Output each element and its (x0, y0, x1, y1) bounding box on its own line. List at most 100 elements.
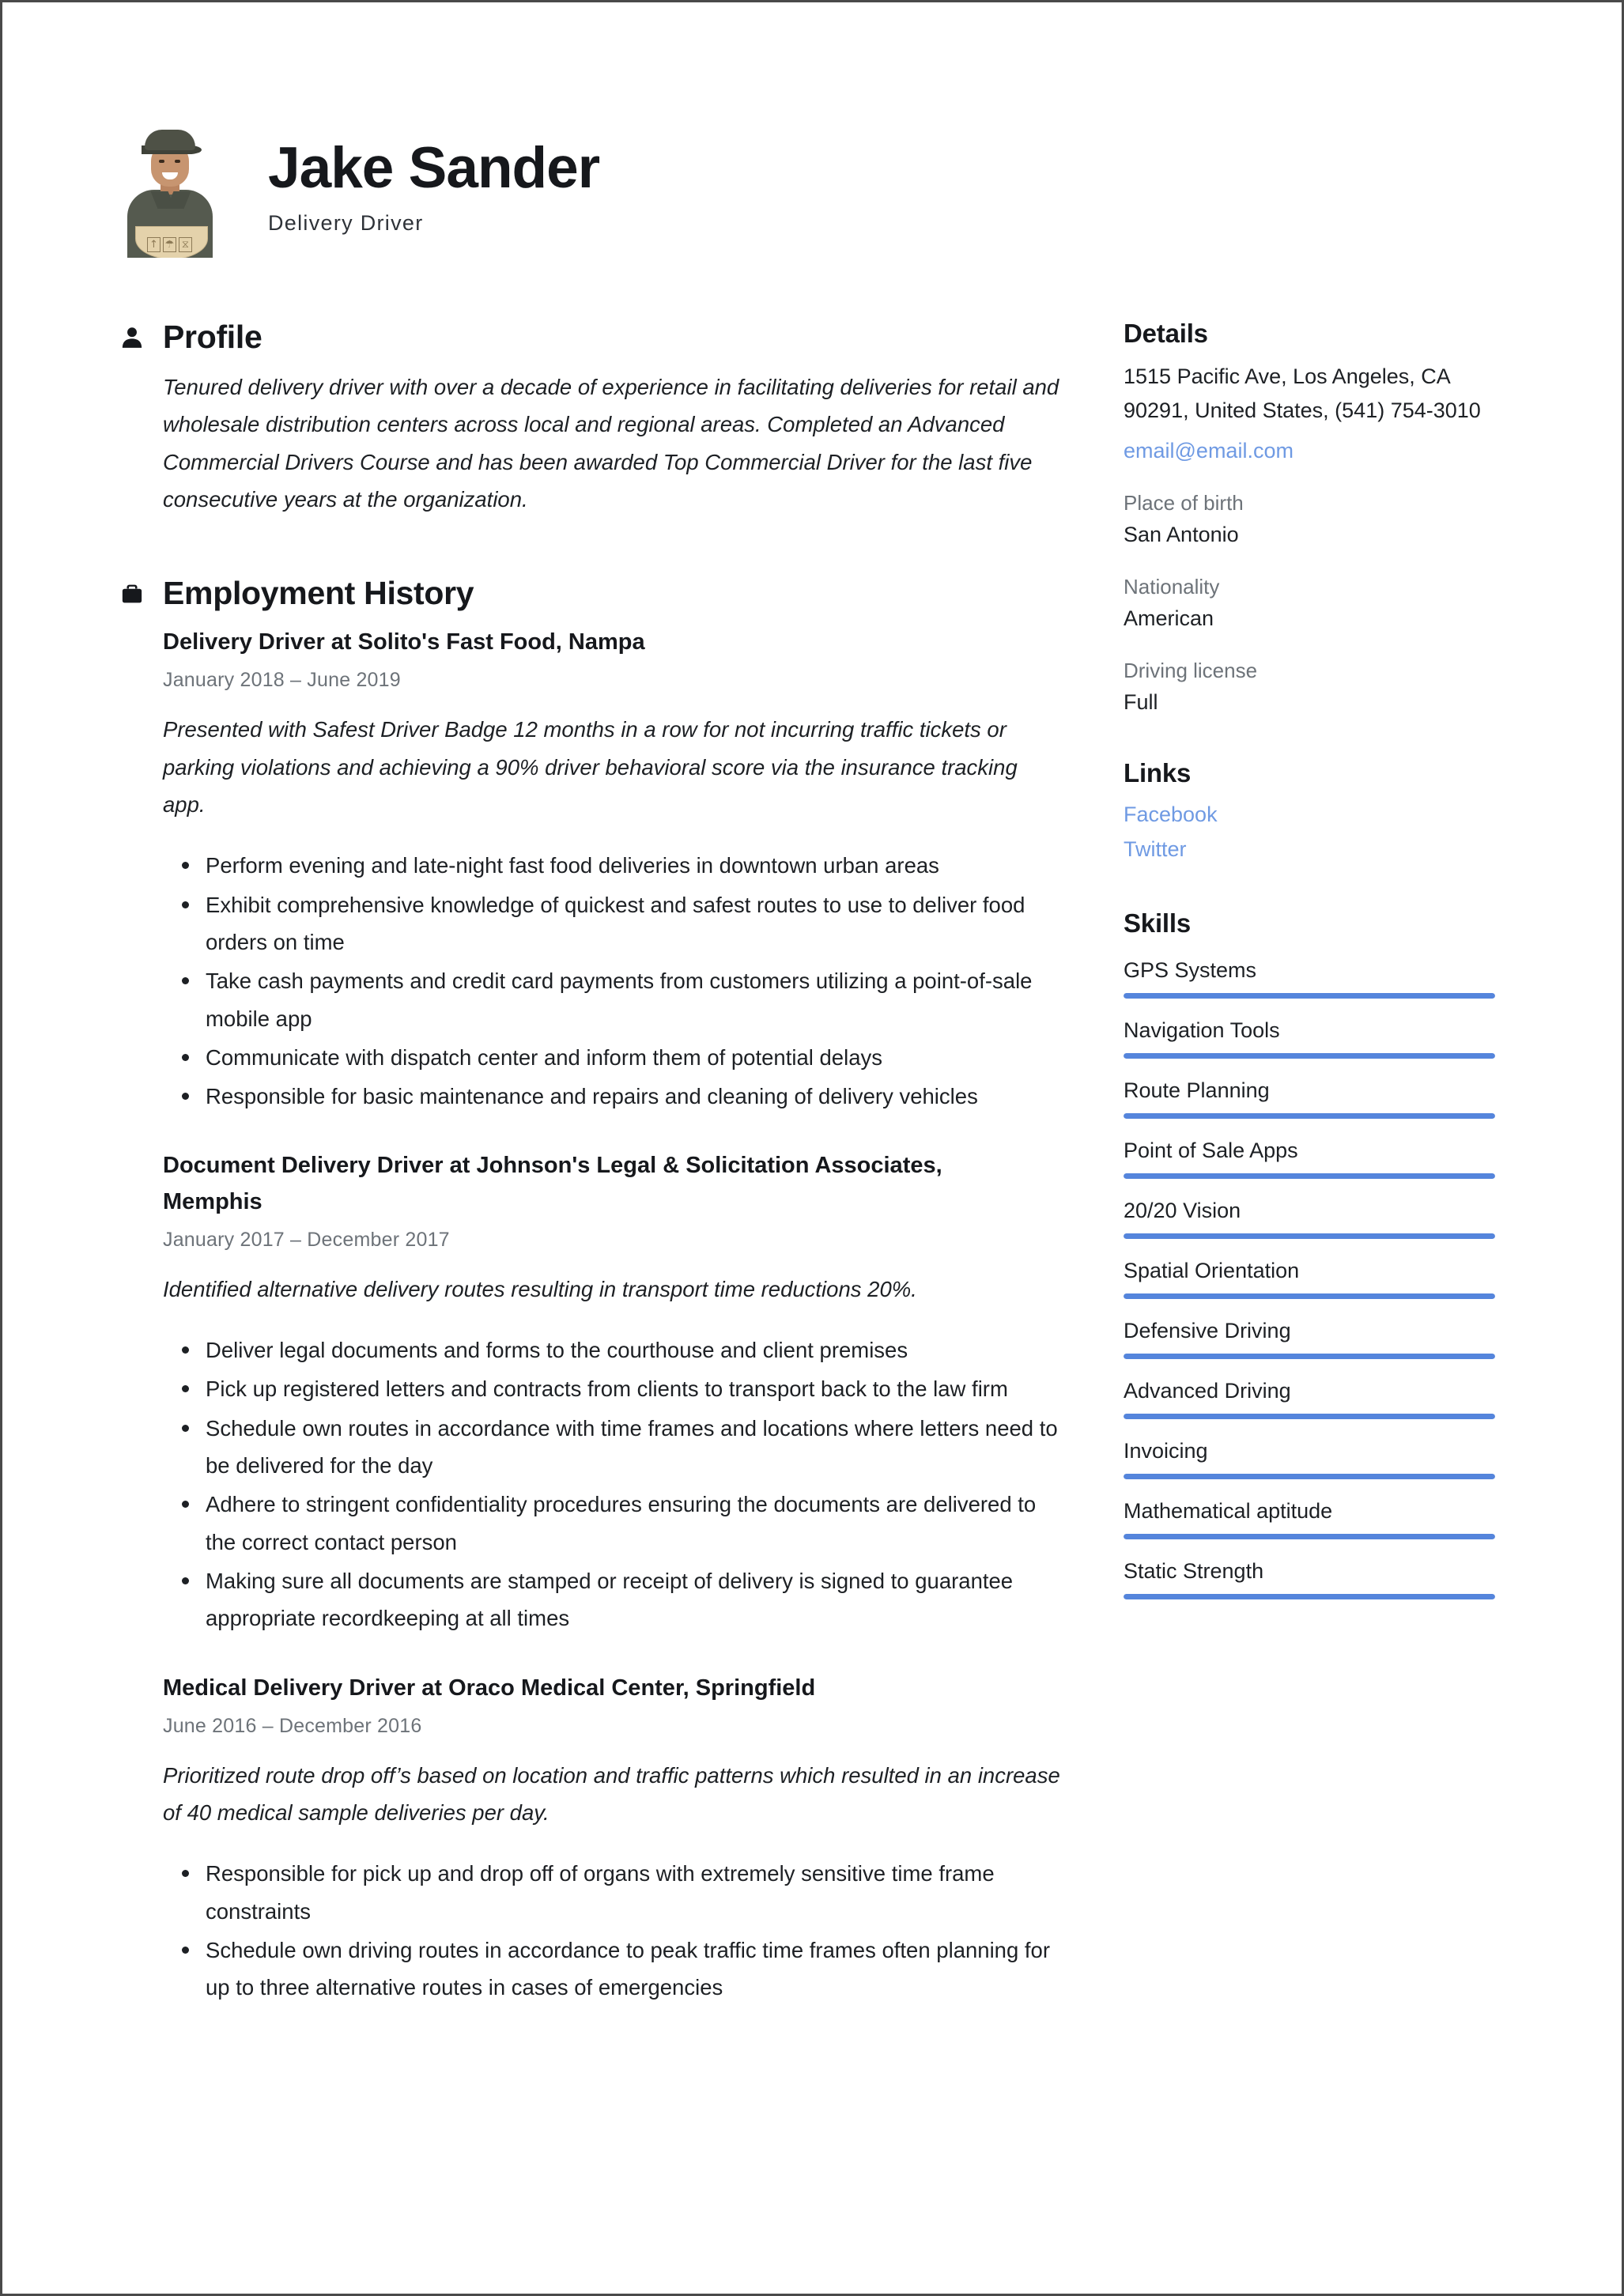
list-item: Adhere to stringent confidentiality proc… (163, 1486, 1064, 1561)
list-item: Responsible for pick up and drop off of … (163, 1855, 1064, 1930)
section-title-profile: Profile (163, 319, 262, 355)
avatar: ↑ ☂ ⧖ (121, 125, 217, 258)
skill-item: Defensive Driving (1124, 1319, 1519, 1359)
list-item: Communicate with dispatch center and inf… (163, 1039, 1064, 1076)
list-item: Take cash payments and credit card payme… (163, 962, 1064, 1037)
skill-item: Navigation Tools (1124, 1018, 1519, 1059)
contact-address: 1515 Pacific Ave, Los Angeles, CA 90291,… (1124, 364, 1481, 423)
skill-bar-track (1124, 1533, 1495, 1539)
skill-bar-fill (1124, 1233, 1495, 1239)
employment-summary: Identified alternative delivery routes r… (163, 1276, 917, 1301)
link-twitter[interactable]: Twitter (1124, 833, 1519, 867)
employment-title: Medical Delivery Driver at Oraco Medical… (163, 1675, 816, 1701)
skill-bar-fill (1124, 1473, 1495, 1479)
contact-email-link[interactable]: email@email.com (1124, 439, 1519, 463)
skill-bar-fill (1124, 1413, 1495, 1419)
detail-label: Nationality (1124, 575, 1220, 599)
skill-label: Static Strength (1124, 1558, 1264, 1583)
skill-bar-track (1124, 1052, 1495, 1059)
skill-bar-track (1124, 1473, 1495, 1479)
detail-field-place-of-birth: Place of birth San Antonio (1124, 491, 1519, 547)
skill-label: Point of Sale Apps (1124, 1138, 1298, 1162)
skill-label: Route Planning (1124, 1078, 1270, 1102)
skill-item: Route Planning (1124, 1078, 1519, 1119)
employment-bullet-list: Perform evening and late-night fast food… (163, 847, 1064, 1115)
employment-bullet-list: Deliver legal documents and forms to the… (163, 1331, 1064, 1637)
this-way-up-icon: ↑ (147, 237, 161, 252)
section-title-employment: Employment History (163, 575, 474, 612)
skill-label: 20/20 Vision (1124, 1198, 1241, 1222)
job-title-subtitle: Delivery Driver (268, 211, 424, 235)
resume-header: ↑ ☂ ⧖ Jake Sander Delivery Driver (121, 125, 1513, 259)
sidebar-heading-links: Links (1124, 758, 1192, 788)
detail-label: Place of birth (1124, 491, 1244, 515)
list-item: Deliver legal documents and forms to the… (163, 1331, 1064, 1369)
header-text-block: Jake Sander Delivery Driver (268, 125, 600, 236)
skill-item: Mathematical aptitude (1124, 1499, 1519, 1539)
profile-text: Tenured delivery driver with over a deca… (163, 375, 1059, 512)
skill-item: Spatial Orientation (1124, 1259, 1519, 1299)
photo-cap (145, 130, 195, 150)
skill-item: Invoicing (1124, 1439, 1519, 1479)
detail-value: Full (1124, 690, 1158, 715)
section-header-employment: Employment History (119, 575, 1064, 612)
detail-field-nationality: Nationality American (1124, 575, 1519, 631)
skill-item: GPS Systems (1124, 958, 1519, 999)
skill-label: Advanced Driving (1124, 1378, 1291, 1403)
skill-bar-track (1124, 1173, 1495, 1179)
skill-item: 20/20 Vision (1124, 1199, 1519, 1239)
list-item: Pick up registered letters and contracts… (163, 1370, 1064, 1407)
skill-label: Navigation Tools (1124, 1018, 1280, 1042)
employment-bullet-list: Responsible for pick up and drop off of … (163, 1855, 1064, 2006)
skill-bar-fill (1124, 1173, 1495, 1179)
skill-bar-track (1124, 992, 1495, 999)
skill-bar-fill (1124, 1593, 1495, 1599)
skill-item: Static Strength (1124, 1559, 1519, 1599)
skill-bar-fill (1124, 1293, 1495, 1299)
employment-entry: Delivery Driver at Solito's Fast Food, N… (163, 625, 1064, 1115)
list-item: Schedule own routes in accordance with t… (163, 1410, 1064, 1485)
list-item: Exhibit comprehensive knowledge of quick… (163, 886, 1064, 961)
main-column: Profile Tenured delivery driver with ove… (119, 319, 1064, 2008)
skill-bar-track (1124, 1353, 1495, 1359)
employment-summary: Prioritized route drop off’s based on lo… (163, 1762, 1060, 1826)
skill-bar-fill (1124, 1112, 1495, 1119)
skill-item: Advanced Driving (1124, 1379, 1519, 1419)
link-facebook[interactable]: Facebook (1124, 798, 1519, 833)
employment-dates: January 2018 – June 2019 (163, 669, 401, 692)
list-item: Schedule own driving routes in accordanc… (163, 1932, 1064, 2007)
skill-bar-track (1124, 1293, 1495, 1299)
list-item: Perform evening and late-night fast food… (163, 847, 1064, 884)
skill-bar-fill (1124, 992, 1495, 999)
employment-title: Document Delivery Driver at Johnson's Le… (163, 1153, 942, 1214)
photo-eye-left (159, 160, 164, 163)
skill-bar-track (1124, 1112, 1495, 1119)
employment-entry: Document Delivery Driver at Johnson's Le… (163, 1148, 1064, 1637)
photo-eye-right (175, 160, 180, 163)
page-title: Jake Sander (268, 136, 600, 200)
list-item: Responsible for basic maintenance and re… (163, 1078, 1064, 1115)
links-list: Facebook Twitter (1124, 798, 1519, 867)
employment-summary: Presented with Safest Driver Badge 12 mo… (163, 717, 1018, 818)
section-header-profile: Profile (119, 319, 1064, 356)
sidebar-heading-skills: Skills (1124, 908, 1192, 938)
skill-label: Invoicing (1124, 1438, 1208, 1463)
sidebar-heading-details: Details (1124, 319, 1208, 348)
detail-value: San Antonio (1124, 523, 1239, 547)
skill-label: Defensive Driving (1124, 1318, 1291, 1342)
skill-bar-fill (1124, 1353, 1495, 1359)
skill-label: Mathematical aptitude (1124, 1498, 1333, 1523)
resume-page: ↑ ☂ ⧖ Jake Sander Delivery Driver Profil… (0, 0, 1624, 2296)
sidebar: Details 1515 Pacific Ave, Los Angeles, C… (1124, 319, 1519, 1599)
skill-bar-track (1124, 1233, 1495, 1239)
skill-item: Point of Sale Apps (1124, 1139, 1519, 1179)
detail-field-driving-license: Driving license Full (1124, 659, 1519, 715)
employment-dates: June 2016 – December 2016 (163, 1714, 422, 1737)
employment-dates: January 2017 – December 2017 (163, 1228, 450, 1251)
skill-bar-fill (1124, 1052, 1495, 1059)
fragile-icon: ⧖ (179, 237, 192, 252)
employment-entry: Medical Delivery Driver at Oraco Medical… (163, 1671, 1064, 2007)
skill-bar-track (1124, 1413, 1495, 1419)
detail-value: American (1124, 606, 1214, 631)
person-icon (119, 324, 145, 351)
